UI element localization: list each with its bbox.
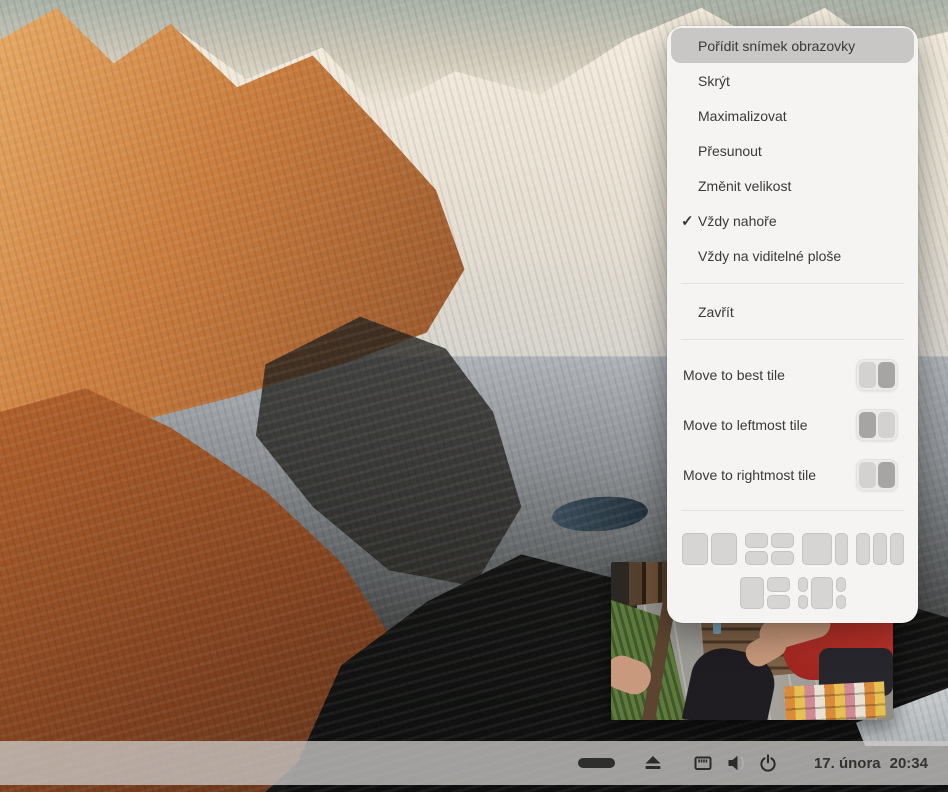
- tile-cell: [801, 533, 832, 565]
- tile-cell: [810, 577, 833, 609]
- panel-date: 17. února: [813, 754, 881, 772]
- tile-cell: [744, 533, 768, 548]
- ethernet-icon[interactable]: [693, 753, 713, 773]
- tile-cell: [835, 577, 846, 592]
- tile-cell: [770, 550, 794, 565]
- tile-action-label: Move to best tile: [683, 367, 785, 383]
- menu-separator: [681, 339, 904, 340]
- tile-cell: [834, 533, 848, 565]
- menu-item-move-to-leftmost-tile[interactable]: Move to leftmost tile: [667, 400, 918, 450]
- menu-item-move-to-best-tile[interactable]: Move to best tile: [667, 350, 918, 400]
- tile-cell: [739, 577, 764, 609]
- menu-separator: [681, 283, 904, 284]
- tile-cell: [797, 577, 808, 592]
- menu-item-resize[interactable]: ✓ Změnit velikost: [671, 168, 914, 203]
- power-icon[interactable]: [758, 753, 778, 773]
- menu-item-label: Maximalizovat: [698, 107, 787, 124]
- tile-cell: [766, 594, 790, 609]
- menu-item-hide[interactable]: ✓ Skrýt: [671, 63, 914, 98]
- menu-item-move[interactable]: ✓ Přesunout: [671, 133, 914, 168]
- menu-item-maximize[interactable]: ✓ Maximalizovat: [671, 98, 914, 133]
- tile-pane-right: [878, 412, 895, 438]
- tile-layout-palette: [667, 521, 918, 609]
- tile-layout-row-2: [739, 577, 846, 609]
- volume-icon[interactable]: [726, 753, 746, 773]
- tile-leftmost-icon: [856, 409, 898, 441]
- menu-item-label: Vždy nahoře: [698, 212, 777, 229]
- menu-item-label: Zavřít: [698, 303, 734, 320]
- menu-item-move-to-rightmost-tile[interactable]: Move to rightmost tile: [667, 450, 918, 500]
- menu-item-close[interactable]: ✓ Zavřít: [671, 294, 914, 329]
- tile-cell: [681, 533, 708, 565]
- tile-cell: [710, 533, 737, 565]
- tile-cell: [744, 550, 768, 565]
- tile-pane-left: [859, 462, 876, 488]
- menu-item-label: Skrýt: [698, 72, 730, 89]
- menu-item-label: Změnit velikost: [698, 177, 792, 194]
- bottom-panel: 17. února 20:34: [0, 741, 948, 785]
- photo-mosaic-tiles: [784, 681, 886, 720]
- window-pill-icon[interactable]: [577, 758, 615, 768]
- tile-layout-wide-left-icon[interactable]: [801, 533, 848, 565]
- tile-cell: [835, 594, 846, 609]
- tile-cell: [872, 533, 887, 565]
- tile-layout-two-columns-icon[interactable]: [681, 533, 737, 565]
- menu-item-label: Vždy na viditelné ploše: [698, 247, 842, 264]
- clock[interactable]: 17. února 20:34: [814, 755, 928, 772]
- tile-pane-left: [859, 412, 876, 438]
- menu-item-label: Přesunout: [698, 142, 762, 159]
- tile-layout-row-1: [681, 533, 904, 565]
- tile-layout-side-stacks-center-icon[interactable]: [797, 577, 846, 609]
- tile-cell: [797, 594, 808, 609]
- checkmark-icon: ✓: [681, 212, 694, 230]
- tile-pane-right: [878, 362, 895, 388]
- eject-icon[interactable]: [643, 753, 663, 773]
- menu-item-label: Pořídit snímek obrazovky: [698, 37, 856, 54]
- tile-cell: [889, 533, 904, 565]
- menu-item-always-on-top[interactable]: ✓ Vždy nahoře: [671, 203, 914, 238]
- tile-action-label: Move to leftmost tile: [683, 417, 808, 433]
- tile-cell: [770, 533, 794, 548]
- tile-cell: [766, 577, 790, 592]
- tile-layout-left-plus-stacked-icon[interactable]: [739, 577, 790, 609]
- panel-time: 20:34: [889, 754, 928, 772]
- menu-item-take-screenshot[interactable]: ✓ Pořídit snímek obrazovky: [671, 28, 914, 63]
- tile-pane-right: [878, 462, 895, 488]
- tile-rightmost-icon: [856, 459, 898, 491]
- menu-separator: [681, 510, 904, 511]
- window-context-menu: ✓ Pořídit snímek obrazovky ✓ Skrýt ✓ Max…: [667, 26, 918, 623]
- tile-action-label: Move to rightmost tile: [683, 467, 817, 483]
- tile-layout-three-columns-icon[interactable]: [855, 533, 904, 565]
- tile-pane-left: [859, 362, 876, 388]
- tile-cell: [855, 533, 870, 565]
- panel-tray: 17. února 20:34: [577, 753, 928, 773]
- menu-item-always-on-visible-workspace[interactable]: ✓ Vždy na viditelné ploše: [671, 238, 914, 273]
- tile-layout-quad-grid-icon[interactable]: [744, 533, 794, 565]
- tile-best-icon: [856, 359, 898, 391]
